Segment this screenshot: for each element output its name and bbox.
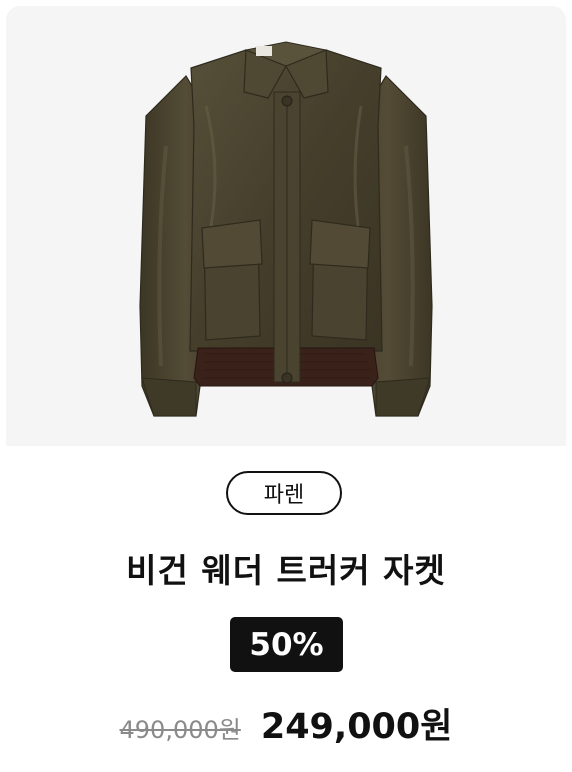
brand-chip[interactable]: 파렌 [226,471,342,515]
brand-label: 파렌 [263,483,305,508]
original-price: 490,000원 [119,716,241,744]
price-row: 490,000원 249,000원 [0,698,572,749]
product-card[interactable]: 파렌 비건 웨더 트러커 자켓 50% 490,000원 249,000원 [0,0,572,772]
product-name[interactable]: 비건 웨더 트러커 자켓 [0,544,572,592]
jacket-image [139,41,433,417]
product-image[interactable] [6,6,566,446]
discount-badge: 50% [230,617,343,672]
discount-rate: 50% [249,626,324,663]
sale-price: 249,000원 [260,707,453,747]
